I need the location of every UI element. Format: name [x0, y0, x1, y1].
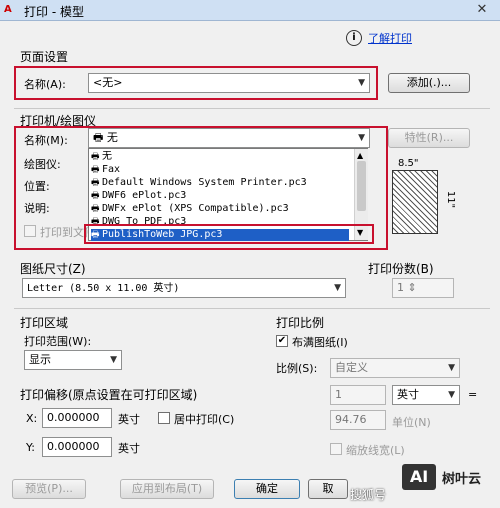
- y-offset-value: 0.000000: [47, 440, 100, 453]
- scale-numerator-value: 1: [335, 388, 342, 401]
- dropdown-item-label: DWFx ePlot (XPS Compatible).pc3: [102, 203, 289, 214]
- scale-unit-value: 英寸: [397, 388, 419, 401]
- separator: [14, 108, 490, 109]
- center-plot-label: 居中打印(C): [174, 413, 235, 426]
- watermark-text: 搜狐号: [350, 488, 387, 502]
- y-offset-unit: 英寸: [118, 442, 140, 455]
- printer-icon: 🖶: [91, 191, 100, 201]
- y-offset-input[interactable]: 0.000000: [42, 437, 112, 457]
- units-label: 单位(N): [392, 416, 431, 429]
- plotter-label: 绘图仪:: [24, 158, 61, 171]
- height-dimension: 11": [445, 190, 457, 209]
- description-label: 说明:: [24, 202, 50, 215]
- dropdown-item-label: 无: [102, 151, 112, 162]
- properties-button[interactable]: 特性(R)...: [388, 128, 470, 148]
- autocad-app-icon: A: [4, 4, 12, 15]
- fit-to-paper-label: 布满图纸(I): [292, 336, 348, 349]
- x-offset-label: X:: [26, 412, 38, 425]
- x-offset-input[interactable]: 0.000000: [42, 408, 112, 428]
- learn-print-link[interactable]: 了解打印: [368, 30, 412, 46]
- preview-button[interactable]: 预览(P)...: [12, 479, 86, 499]
- printer-icon: 🖶: [91, 152, 100, 162]
- apply-to-layout-button[interactable]: 应用到布局(T): [120, 479, 214, 499]
- dropdown-item-label: Default Windows System Printer.pc3: [102, 177, 307, 188]
- fit-to-paper-checkbox[interactable]: ✔: [276, 335, 288, 347]
- page-setup-group-label: 页面设置: [20, 50, 69, 64]
- info-icon: i: [346, 30, 362, 46]
- center-plot-checkbox[interactable]: [158, 412, 170, 424]
- scale-value: 自定义: [335, 361, 368, 374]
- plot-range-label: 打印范围(W):: [24, 335, 92, 348]
- scale-lineweights-checkbox[interactable]: [330, 443, 342, 455]
- copies-input[interactable]: 1 ⇕: [392, 278, 454, 298]
- scrollbar-thumb[interactable]: [357, 161, 366, 211]
- page-setup-name-label: 名称(A):: [24, 78, 66, 91]
- spinner-icon[interactable]: ⇕: [408, 281, 417, 294]
- dropdown-item[interactable]: 🖶 DWFx ePlot (XPS Compatible).pc3: [91, 203, 349, 215]
- scale-units-value: 94.76: [335, 413, 367, 426]
- dropdown-item[interactable]: 🖶 无: [91, 151, 349, 163]
- scale-unit-select[interactable]: 英寸 ▼: [392, 385, 460, 405]
- printer-icon: 🖶: [91, 178, 100, 188]
- page-setup-name-select[interactable]: <无> ▼: [88, 73, 370, 93]
- scale-units-input[interactable]: 94.76: [330, 410, 386, 430]
- printer-icon: 🖶: [93, 131, 107, 144]
- page-setup-name-value: <无>: [93, 76, 123, 89]
- dropdown-item[interactable]: 🖶 Default Windows System Printer.pc3: [91, 177, 349, 189]
- plot-scale-group-label: 打印比例: [276, 316, 325, 330]
- selected-printer-highlight: [84, 224, 374, 244]
- paper-size-select[interactable]: Letter (8.50 x 11.00 英寸) ▼: [22, 278, 346, 298]
- printer-name-select[interactable]: 🖶 无 ▼: [88, 128, 370, 148]
- scroll-up-icon[interactable]: ▲: [357, 151, 363, 160]
- paper-size-group-label: 图纸尺寸(Z): [20, 262, 86, 276]
- printer-name-label: 名称(M):: [24, 134, 68, 147]
- chevron-down-icon: ▼: [334, 283, 341, 293]
- window-title: 打印 - 模型: [24, 5, 84, 19]
- x-offset-unit: 英寸: [118, 413, 140, 426]
- x-offset-value: 0.000000: [47, 411, 100, 424]
- scale-select[interactable]: 自定义 ▼: [330, 358, 460, 378]
- dropdown-item-label: Fax: [102, 164, 121, 175]
- dropdown-item[interactable]: 🖶 DWF6 ePlot.pc3: [91, 190, 349, 202]
- plot-range-select[interactable]: 显示 ▼: [24, 350, 122, 370]
- printer-icon: 🖶: [91, 204, 100, 214]
- scale-lineweights-label: 缩放线宽(L): [346, 444, 405, 457]
- plot-range-value: 显示: [29, 353, 51, 366]
- scale-label: 比例(S):: [276, 362, 318, 375]
- chevron-down-icon: ▼: [448, 363, 455, 373]
- add-page-setup-button[interactable]: 添加(.)...: [388, 73, 470, 93]
- paper-size-value: Letter (8.50 x 11.00 英寸): [27, 283, 180, 294]
- printer-name-value: 无: [106, 131, 118, 144]
- chevron-down-icon: ▼: [358, 133, 365, 143]
- cancel-button[interactable]: 取: [308, 479, 348, 499]
- plot-area-group-label: 打印区域: [20, 316, 69, 330]
- separator: [14, 308, 490, 309]
- equals-sign: =: [468, 388, 478, 401]
- dropdown-item[interactable]: 🖶 Fax: [91, 164, 349, 176]
- y-offset-label: Y:: [26, 441, 35, 454]
- copies-value: 1: [397, 281, 404, 294]
- printer-icon: 🖶: [91, 165, 100, 175]
- close-button[interactable]: ✕: [468, 2, 496, 18]
- watermark-brand: 树叶云: [442, 472, 482, 487]
- copies-group-label: 打印份数(B): [368, 262, 434, 276]
- print-to-file-checkbox[interactable]: [24, 225, 36, 237]
- plot-offset-group-label: 打印偏移(原点设置在可打印区域): [20, 388, 198, 402]
- dropdown-item-label: DWF6 ePlot.pc3: [102, 190, 187, 201]
- chevron-down-icon: ▼: [110, 355, 117, 365]
- ok-button[interactable]: 确定: [234, 479, 300, 499]
- watermark-logo: AI: [402, 464, 436, 490]
- chevron-down-icon: ▼: [448, 390, 455, 400]
- scale-numerator-input[interactable]: 1: [330, 385, 386, 405]
- paper-preview: [392, 170, 438, 234]
- location-label: 位置:: [24, 180, 50, 193]
- width-dimension: 8.5": [398, 158, 419, 169]
- chevron-down-icon: ▼: [358, 78, 365, 88]
